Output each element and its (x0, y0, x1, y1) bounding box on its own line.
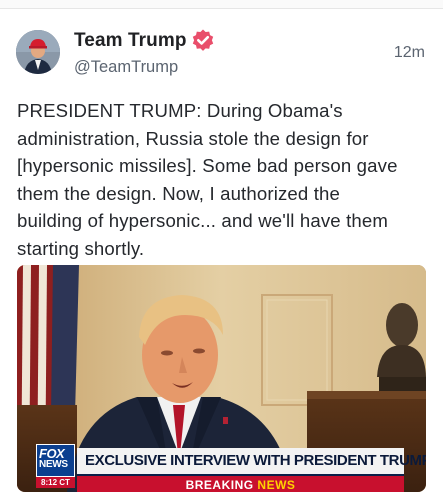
post-text: PRESIDENT TRUMP: During Obama's administ… (17, 97, 427, 262)
post-text-line: building of hypersonic... and we'll have… (17, 210, 389, 231)
display-name[interactable]: Team Trump (74, 30, 187, 52)
post-header: Team Trump @TeamTrump 12m (0, 8, 443, 94)
fox-news-logo: FOX NEWS (36, 444, 75, 477)
avatar-image (16, 30, 60, 74)
breaking-word: BREAKING (185, 478, 254, 492)
post-text-line: starting shortly. (17, 237, 145, 259)
post-text-line: them the design. Now, I authorized the (17, 182, 341, 204)
verified-badge-icon (192, 29, 214, 51)
breaking-news-label: BREAKING NEWS (186, 478, 296, 492)
chyron-bar: EXCLUSIVE INTERVIEW WITH PRESIDENT TRUMP (77, 448, 426, 476)
post-text-line: PRESIDENT TRUMP: During Obama's (17, 100, 343, 121)
timestamp[interactable]: 12m (394, 44, 425, 62)
post-text-line: administration, Russia stole the design … (17, 127, 369, 149)
broadcast-clock: 8:12 CT (36, 477, 75, 488)
post-text-line: [hypersonic missiles]. Some bad person g… (17, 155, 398, 176)
avatar[interactable] (16, 30, 60, 74)
handle[interactable]: @TeamTrump (74, 58, 178, 77)
breaking-news-bar: BREAKING NEWS (77, 476, 404, 492)
news-word: NEWS (257, 478, 296, 492)
news-logo-text: NEWS (39, 459, 68, 470)
video-thumbnail[interactable]: FOX NEWS 8:12 CT EXCLUSIVE INTERVIEW WIT… (17, 265, 426, 492)
chyron-headline: EXCLUSIVE INTERVIEW WITH PRESIDENT TRUMP (85, 452, 426, 469)
